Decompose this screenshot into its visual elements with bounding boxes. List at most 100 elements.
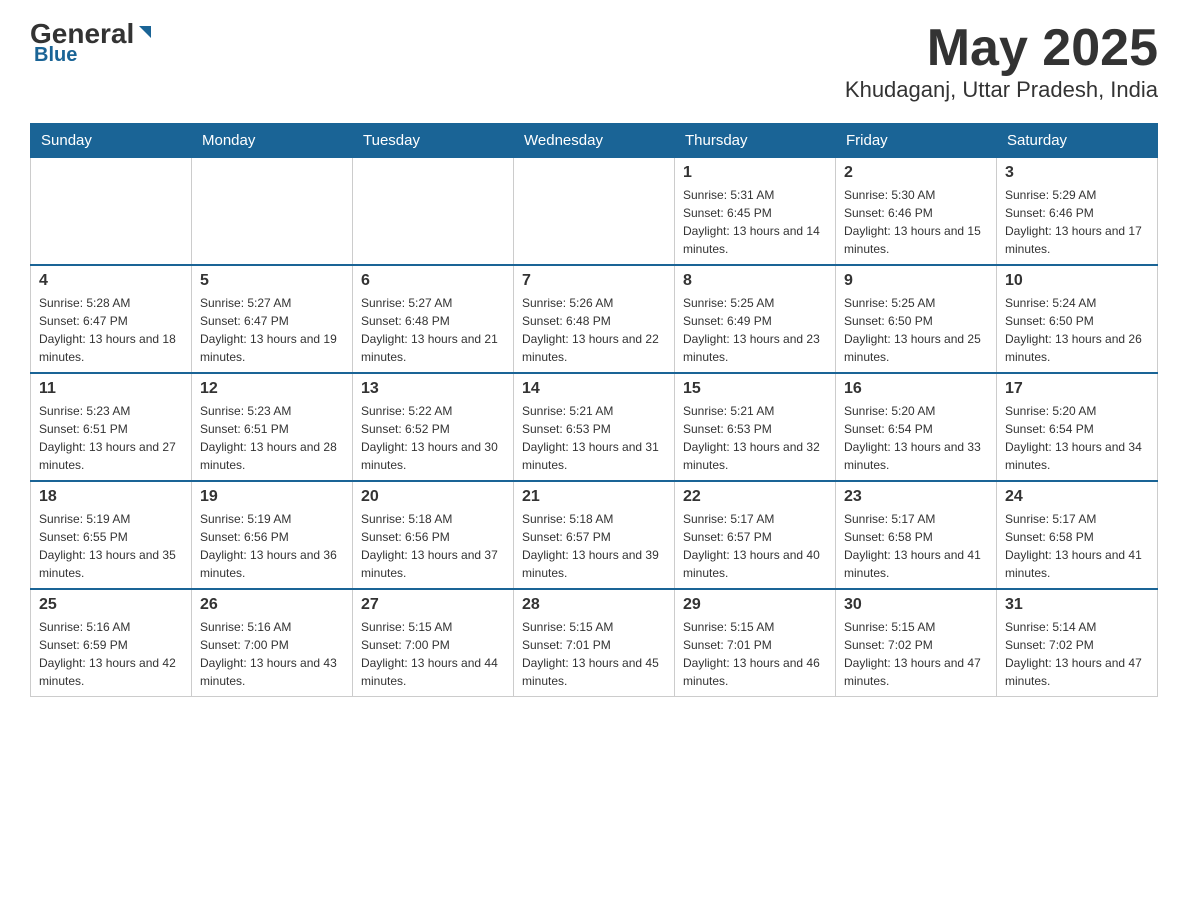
- calendar-cell: 19 Sunrise: 5:19 AM Sunset: 6:56 PM Dayli…: [192, 481, 353, 589]
- day-info: Sunrise: 5:29 AM Sunset: 6:46 PM Dayligh…: [1005, 186, 1149, 258]
- calendar-cell: 18 Sunrise: 5:19 AM Sunset: 6:55 PM Dayli…: [31, 481, 192, 589]
- calendar-cell: 16 Sunrise: 5:20 AM Sunset: 6:54 PM Dayli…: [836, 373, 997, 481]
- calendar-cell: 15 Sunrise: 5:21 AM Sunset: 6:53 PM Dayli…: [675, 373, 836, 481]
- day-info: Sunrise: 5:25 AM Sunset: 6:50 PM Dayligh…: [844, 294, 988, 366]
- weekday-header-tuesday: Tuesday: [353, 124, 514, 158]
- calendar-cell: [514, 158, 675, 266]
- day-number: 4: [39, 272, 183, 290]
- day-info: Sunrise: 5:19 AM Sunset: 6:56 PM Dayligh…: [200, 510, 344, 582]
- calendar-cell: 17Sunrise: 5:20 AM Sunset: 6:54 PM Dayli…: [997, 373, 1158, 481]
- day-number: 25: [39, 596, 183, 614]
- calendar-subtitle: Khudaganj, Uttar Pradesh, India: [845, 77, 1158, 103]
- day-info: Sunrise: 5:16 AM Sunset: 6:59 PM Dayligh…: [39, 618, 183, 690]
- calendar-cell: 8Sunrise: 5:25 AM Sunset: 6:49 PM Daylig…: [675, 265, 836, 373]
- calendar-cell: 20Sunrise: 5:18 AM Sunset: 6:56 PM Dayli…: [353, 481, 514, 589]
- day-info: Sunrise: 5:17 AM Sunset: 6:57 PM Dayligh…: [683, 510, 827, 582]
- calendar-cell: 28 Sunrise: 5:15 AM Sunset: 7:01 PM Dayli…: [514, 589, 675, 697]
- day-number: 20: [361, 488, 505, 506]
- day-number: 30: [844, 596, 988, 614]
- page-header: General Blue May 2025 Khudaganj, Uttar P…: [30, 20, 1158, 103]
- calendar-cell: 10 Sunrise: 5:24 AM Sunset: 6:50 PM Dayli…: [997, 265, 1158, 373]
- title-block: May 2025 Khudaganj, Uttar Pradesh, India: [845, 20, 1158, 103]
- weekday-header-thursday: Thursday: [675, 124, 836, 158]
- day-info: Sunrise: 5:30 AM Sunset: 6:46 PM Dayligh…: [844, 186, 988, 258]
- day-number: 29: [683, 596, 827, 614]
- day-info: Sunrise: 5:20 AM Sunset: 6:54 PM Dayligh…: [1005, 402, 1149, 474]
- day-info: Sunrise: 5:15 AM Sunset: 7:02 PM Dayligh…: [844, 618, 988, 690]
- day-info: Sunrise: 5:22 AM Sunset: 6:52 PM Dayligh…: [361, 402, 505, 474]
- day-info: Sunrise: 5:20 AM Sunset: 6:54 PM Dayligh…: [844, 402, 988, 474]
- weekday-header-wednesday: Wednesday: [514, 124, 675, 158]
- weekday-header-row: SundayMondayTuesdayWednesdayThursdayFrid…: [31, 124, 1158, 158]
- calendar-cell: 14 Sunrise: 5:21 AM Sunset: 6:53 PM Dayli…: [514, 373, 675, 481]
- day-number: 5: [200, 272, 344, 290]
- calendar-cell: 29Sunrise: 5:15 AM Sunset: 7:01 PM Dayli…: [675, 589, 836, 697]
- calendar-cell: 21 Sunrise: 5:18 AM Sunset: 6:57 PM Dayli…: [514, 481, 675, 589]
- day-number: 10: [1005, 272, 1149, 290]
- calendar-cell: 2 Sunrise: 5:30 AM Sunset: 6:46 PM Daylig…: [836, 158, 997, 266]
- logo-blue-text: Blue: [34, 44, 77, 67]
- day-number: 28: [522, 596, 666, 614]
- calendar-week-row: 1Sunrise: 5:31 AM Sunset: 6:45 PM Daylig…: [31, 158, 1158, 266]
- day-info: Sunrise: 5:21 AM Sunset: 6:53 PM Dayligh…: [683, 402, 827, 474]
- day-number: 31: [1005, 596, 1149, 614]
- day-number: 23: [844, 488, 988, 506]
- day-info: Sunrise: 5:21 AM Sunset: 6:53 PM Dayligh…: [522, 402, 666, 474]
- calendar-cell: 26 Sunrise: 5:16 AM Sunset: 7:00 PM Dayli…: [192, 589, 353, 697]
- day-info: Sunrise: 5:15 AM Sunset: 7:01 PM Dayligh…: [522, 618, 666, 690]
- day-number: 2: [844, 164, 988, 182]
- day-info: Sunrise: 5:23 AM Sunset: 6:51 PM Dayligh…: [200, 402, 344, 474]
- calendar-cell: 5 Sunrise: 5:27 AM Sunset: 6:47 PM Daylig…: [192, 265, 353, 373]
- day-number: 6: [361, 272, 505, 290]
- day-number: 11: [39, 380, 183, 398]
- logo: General Blue: [30, 20, 154, 67]
- calendar-cell: 22 Sunrise: 5:17 AM Sunset: 6:57 PM Dayli…: [675, 481, 836, 589]
- calendar-cell: 31Sunrise: 5:14 AM Sunset: 7:02 PM Dayli…: [997, 589, 1158, 697]
- day-info: Sunrise: 5:17 AM Sunset: 6:58 PM Dayligh…: [844, 510, 988, 582]
- calendar-week-row: 4 Sunrise: 5:28 AM Sunset: 6:47 PM Daylig…: [31, 265, 1158, 373]
- day-number: 14: [522, 380, 666, 398]
- day-info: Sunrise: 5:27 AM Sunset: 6:48 PM Dayligh…: [361, 294, 505, 366]
- calendar-cell: 13 Sunrise: 5:22 AM Sunset: 6:52 PM Dayli…: [353, 373, 514, 481]
- calendar-title: May 2025: [845, 20, 1158, 77]
- day-number: 12: [200, 380, 344, 398]
- calendar-cell: 11Sunrise: 5:23 AM Sunset: 6:51 PM Dayli…: [31, 373, 192, 481]
- calendar-cell: 3 Sunrise: 5:29 AM Sunset: 6:46 PM Daylig…: [997, 158, 1158, 266]
- day-info: Sunrise: 5:17 AM Sunset: 6:58 PM Dayligh…: [1005, 510, 1149, 582]
- calendar-cell: 27Sunrise: 5:15 AM Sunset: 7:00 PM Dayli…: [353, 589, 514, 697]
- day-info: Sunrise: 5:24 AM Sunset: 6:50 PM Dayligh…: [1005, 294, 1149, 366]
- day-number: 7: [522, 272, 666, 290]
- calendar-cell: 25 Sunrise: 5:16 AM Sunset: 6:59 PM Dayli…: [31, 589, 192, 697]
- weekday-header-saturday: Saturday: [997, 124, 1158, 158]
- day-number: 26: [200, 596, 344, 614]
- weekday-header-sunday: Sunday: [31, 124, 192, 158]
- day-number: 16: [844, 380, 988, 398]
- weekday-header-monday: Monday: [192, 124, 353, 158]
- weekday-header-friday: Friday: [836, 124, 997, 158]
- calendar-cell: [353, 158, 514, 266]
- calendar-cell: 7 Sunrise: 5:26 AM Sunset: 6:48 PM Daylig…: [514, 265, 675, 373]
- calendar-cell: 12 Sunrise: 5:23 AM Sunset: 6:51 PM Dayli…: [192, 373, 353, 481]
- day-number: 18: [39, 488, 183, 506]
- day-info: Sunrise: 5:28 AM Sunset: 6:47 PM Dayligh…: [39, 294, 183, 366]
- day-number: 15: [683, 380, 827, 398]
- day-info: Sunrise: 5:27 AM Sunset: 6:47 PM Dayligh…: [200, 294, 344, 366]
- day-info: Sunrise: 5:16 AM Sunset: 7:00 PM Dayligh…: [200, 618, 344, 690]
- day-info: Sunrise: 5:18 AM Sunset: 6:57 PM Dayligh…: [522, 510, 666, 582]
- logo-triangle-icon: [136, 23, 154, 41]
- calendar-cell: 9Sunrise: 5:25 AM Sunset: 6:50 PM Daylig…: [836, 265, 997, 373]
- day-number: 3: [1005, 164, 1149, 182]
- calendar-cell: [192, 158, 353, 266]
- day-info: Sunrise: 5:26 AM Sunset: 6:48 PM Dayligh…: [522, 294, 666, 366]
- calendar-table: SundayMondayTuesdayWednesdayThursdayFrid…: [30, 123, 1158, 697]
- calendar-week-row: 11 Sunrise: 5:23 AM Sunset: 6:51 PM Dayli…: [31, 373, 1158, 481]
- calendar-cell: 1Sunrise: 5:31 AM Sunset: 6:45 PM Daylig…: [675, 158, 836, 266]
- day-number: 13: [361, 380, 505, 398]
- day-number: 22: [683, 488, 827, 506]
- calendar-cell: 24 Sunrise: 5:17 AM Sunset: 6:58 PM Dayli…: [997, 481, 1158, 589]
- day-number: 24: [1005, 488, 1149, 506]
- day-info: Sunrise: 5:31 AM Sunset: 6:45 PM Dayligh…: [683, 186, 827, 258]
- day-number: 19: [200, 488, 344, 506]
- day-info: Sunrise: 5:19 AM Sunset: 6:55 PM Dayligh…: [39, 510, 183, 582]
- day-number: 21: [522, 488, 666, 506]
